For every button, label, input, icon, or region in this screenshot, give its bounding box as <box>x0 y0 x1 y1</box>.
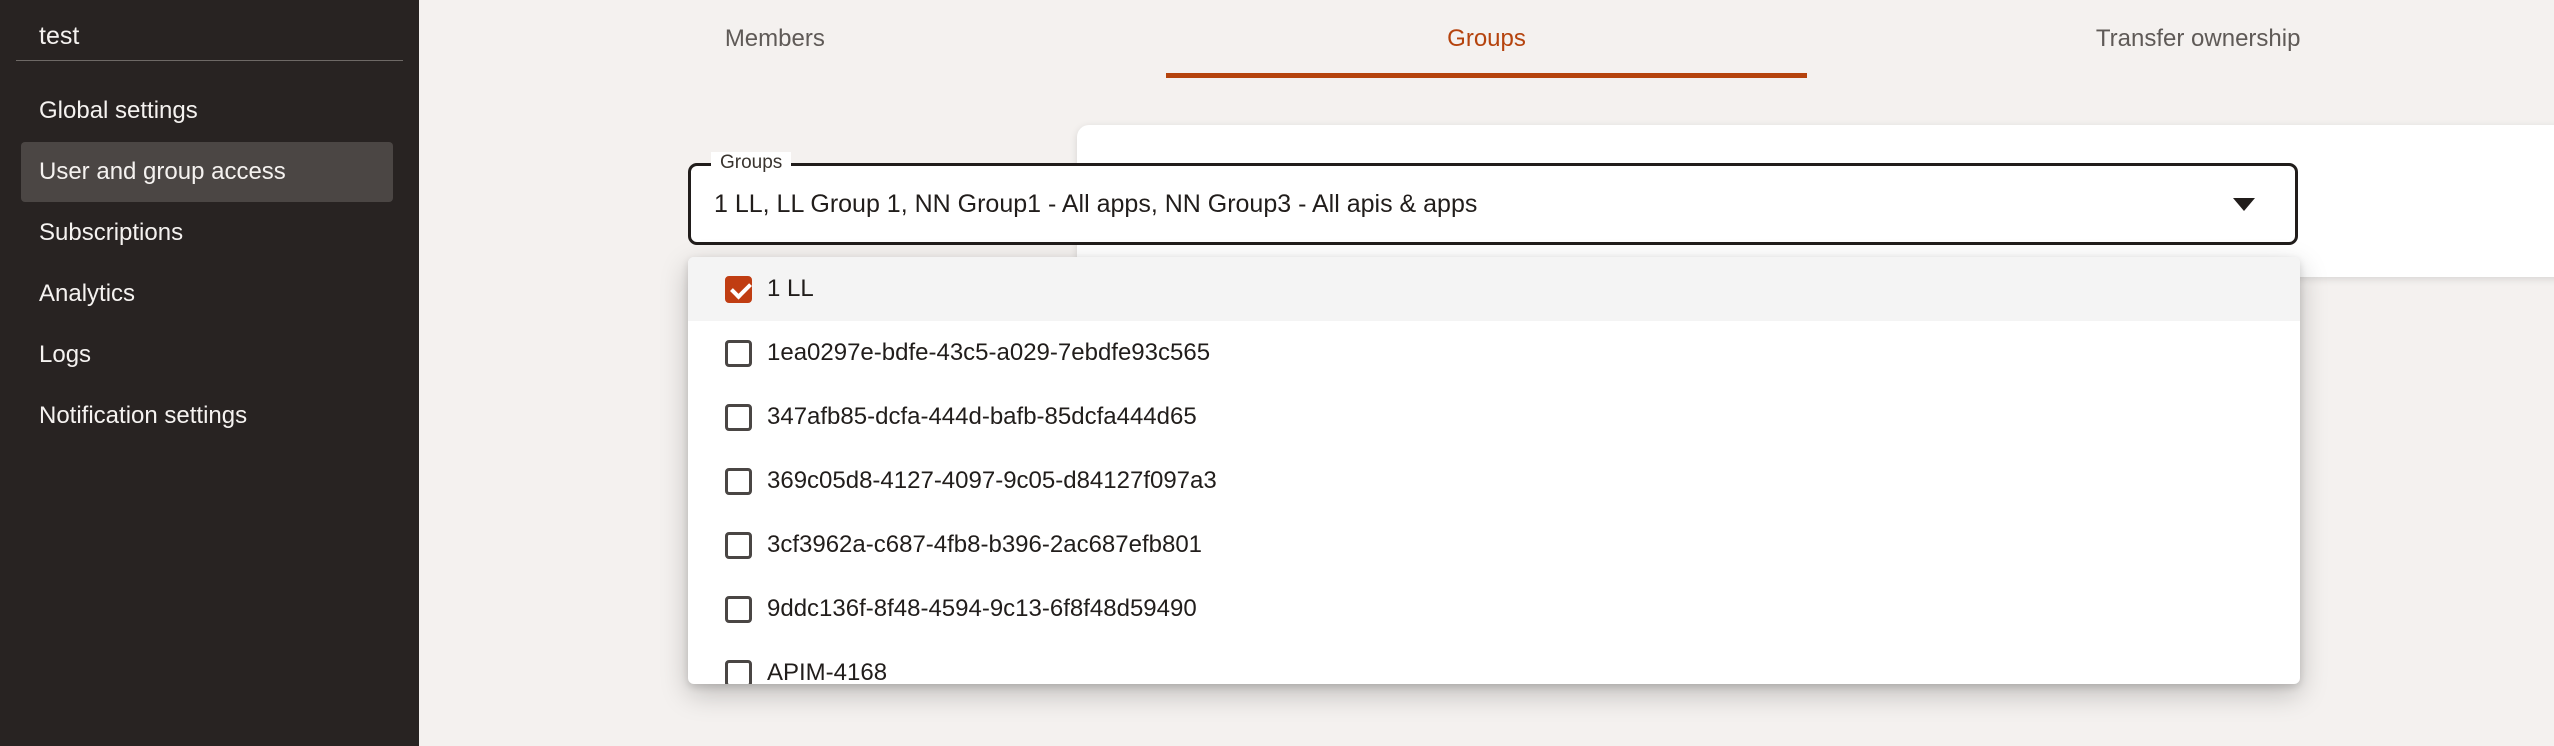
checkbox-unchecked-icon[interactable] <box>725 532 752 559</box>
tab-transfer-ownership[interactable]: Transfer ownership <box>1842 0 2554 78</box>
workspace-title: test <box>0 0 419 60</box>
groups-select-label: Groups <box>711 152 791 174</box>
tab-transfer-ownership-label: Transfer ownership <box>2096 25 2301 53</box>
checkbox-unchecked-icon[interactable] <box>725 404 752 431</box>
dropdown-option-label: 1 LL <box>767 275 814 303</box>
sidebar-nav: Global settings User and group access Su… <box>0 81 419 446</box>
dropdown-option-369c05d8[interactable]: 369c05d8-4127-4097-9c05-d84127f097a3 <box>688 449 2300 513</box>
dropdown-option-apim-4168[interactable]: APIM-4168 <box>688 641 2300 684</box>
tab-groups-label: Groups <box>1447 25 1526 53</box>
sidebar-item-logs[interactable]: Logs <box>21 325 393 385</box>
checkbox-unchecked-icon[interactable] <box>725 596 752 623</box>
dropdown-option-1ea0297e[interactable]: 1ea0297e-bdfe-43c5-a029-7ebdfe93c565 <box>688 321 2300 385</box>
checkbox-unchecked-icon[interactable] <box>725 468 752 495</box>
dropdown-option-label: APIM-4168 <box>767 659 887 684</box>
tab-members-label: Members <box>725 25 825 53</box>
dropdown-option-347afb85[interactable]: 347afb85-dcfa-444d-bafb-85dcfa444d65 <box>688 385 2300 449</box>
sidebar: test Global settings User and group acce… <box>0 0 419 746</box>
groups-dropdown-menu: 1 LL 1ea0297e-bdfe-43c5-a029-7ebdfe93c56… <box>688 257 2300 684</box>
sidebar-item-notification-settings[interactable]: Notification settings <box>21 386 393 446</box>
tab-members[interactable]: Members <box>419 0 1131 78</box>
sidebar-divider <box>16 60 403 61</box>
dropdown-option-label: 369c05d8-4127-4097-9c05-d84127f097a3 <box>767 467 1217 495</box>
dropdown-option-label: 9ddc136f-8f48-4594-9c13-6f8f48d59490 <box>767 595 1197 623</box>
checkbox-unchecked-icon[interactable] <box>725 340 752 367</box>
dropdown-option-3cf3962a[interactable]: 3cf3962a-c687-4fb8-b396-2ac687efb801 <box>688 513 2300 577</box>
tab-groups[interactable]: Groups <box>1131 0 1843 78</box>
groups-select[interactable]: Groups 1 LL, LL Group 1, NN Group1 - All… <box>688 163 2298 245</box>
sidebar-item-user-and-group-access[interactable]: User and group access <box>21 142 393 202</box>
dropdown-option-1-ll[interactable]: 1 LL <box>688 257 2300 321</box>
sidebar-item-global-settings[interactable]: Global settings <box>21 81 393 141</box>
sidebar-item-analytics[interactable]: Analytics <box>21 264 393 324</box>
dropdown-option-9ddc136f[interactable]: 9ddc136f-8f48-4594-9c13-6f8f48d59490 <box>688 577 2300 641</box>
active-tab-indicator <box>1166 73 1807 78</box>
dropdown-option-label: 347afb85-dcfa-444d-bafb-85dcfa444d65 <box>767 403 1197 431</box>
tab-bar: Members Groups Transfer ownership <box>419 0 2554 78</box>
groups-select-value: 1 LL, LL Group 1, NN Group1 - All apps, … <box>714 190 2213 219</box>
chevron-down-icon <box>2233 198 2255 211</box>
dropdown-option-label: 3cf3962a-c687-4fb8-b396-2ac687efb801 <box>767 531 1202 559</box>
checkbox-checked-icon[interactable] <box>725 276 752 303</box>
sidebar-item-subscriptions[interactable]: Subscriptions <box>21 203 393 263</box>
dropdown-option-label: 1ea0297e-bdfe-43c5-a029-7ebdfe93c565 <box>767 339 1210 367</box>
checkbox-unchecked-icon[interactable] <box>725 660 752 685</box>
